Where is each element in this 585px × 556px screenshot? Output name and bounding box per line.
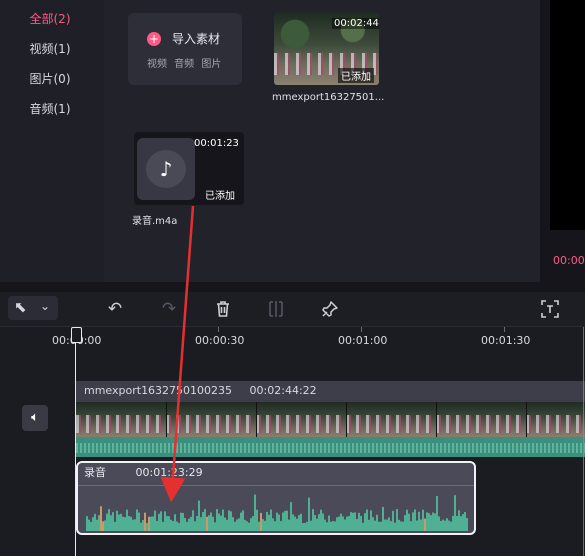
import-title: 导入素材 [172,32,221,46]
frame-separator [256,402,257,437]
video-audio-waveform [76,437,585,457]
ruler-tick [218,327,219,332]
frame-separator [526,402,527,437]
track-volume-icon[interactable]: 🔈︎ [22,405,48,431]
split-icon[interactable] [264,297,288,321]
video-media-item[interactable]: 00:02:44 已添加 [274,12,379,85]
cursor-icon: ⬉ [14,298,27,316]
redo-icon[interactable]: ↷ [157,297,181,321]
audio-waveform [86,494,468,531]
music-note-icon: ♪ [146,150,186,188]
delete-icon[interactable] [211,297,235,321]
audio-thumbnail: ♪ [137,138,195,200]
audio-duration: 00:01:23 [194,138,239,149]
preview-screen [550,0,585,230]
panel-divider[interactable] [0,282,585,292]
preview-timecode: 00:00 [553,254,585,267]
frame-separator [166,402,167,437]
video-track-clip[interactable]: mmexport1632750100235 00:02:44:22 [76,381,585,457]
select-tool-button[interactable]: ⬉ ⌄ [8,296,58,320]
category-all[interactable]: 全部(2) [0,10,100,27]
audio-clip-name: 录音 [84,466,106,479]
video-added-badge: 已添加 [338,68,374,83]
ruler-label: 00:00:30 [195,334,245,347]
audio-track-clip[interactable]: 录音 00:01:23:29 [76,461,476,535]
audio-added-badge: 已添加 [205,191,235,202]
frame-separator [436,402,437,437]
audio-clip-duration: 00:01:23:29 [135,466,203,479]
import-media-button[interactable]: + 导入素材 视频 音频 图片 [128,13,242,85]
frame-separator [346,402,347,437]
playhead-line[interactable] [75,327,76,556]
category-video[interactable]: 视频(1) [0,40,100,57]
waveform-bars [76,443,585,453]
fit-to-screen-icon[interactable] [538,297,562,321]
clip-divider-line [78,485,474,486]
video-filmstrip [76,402,585,437]
timeline-end-marker [583,327,584,556]
audio-media-item[interactable]: ♪ 00:01:23 已添加 [134,132,244,205]
audio-file-name: 录音.m4a [132,216,178,227]
media-library: + 导入素材 视频 音频 图片 00:02:44 已添加 mmexport163… [104,0,540,282]
category-image[interactable]: 图片(0) [0,70,100,87]
filmstrip-image [76,415,585,433]
ruler-tick [504,327,505,332]
pin-icon[interactable] [318,297,342,321]
video-duration: 00:02:44 [332,18,379,29]
import-types: 视频 音频 图片 [147,59,222,70]
video-file-name: mmexport16327501... [272,92,385,103]
ruler-label: 00:01:30 [481,334,531,347]
timeline-toolbar: ⬉ ⌄ ↶ ↷ [0,292,585,327]
video-clip-label: mmexport1632750100235 00:02:44:22 [84,384,317,397]
audio-clip-label: 录音 00:01:23:29 [84,464,203,480]
video-clip-name: mmexport1632750100235 [84,384,233,397]
preview-panel: 00:00 [540,0,585,282]
video-clip-duration: 00:02:44:22 [249,384,317,397]
ruler-label: 00:01:00 [338,334,388,347]
timeline-ruler[interactable]: 00:00:00 00:00:30 00:01:00 00:01:30 [0,327,585,372]
category-audio[interactable]: 音频(1) [0,100,100,117]
undo-icon[interactable]: ↶ [103,297,127,321]
media-category-sidebar: 全部(2) 视频(1) 图片(0) 音频(1) [0,0,104,282]
playhead-handle[interactable] [71,327,82,343]
chevron-down-icon[interactable]: ⌄ [40,299,50,313]
ruler-tick [361,327,362,332]
plus-icon: + [147,32,161,46]
